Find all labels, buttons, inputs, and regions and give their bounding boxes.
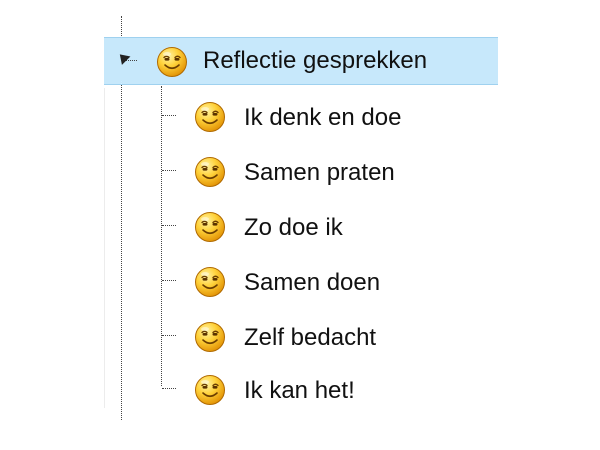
tree-connector xyxy=(162,335,176,336)
tree-gutter-line xyxy=(104,88,105,408)
smiley-face-icon xyxy=(194,156,226,188)
tree-view: Reflectie gesprekken Ik denk en doe Same… xyxy=(0,0,600,450)
smiley-face-icon xyxy=(194,374,226,406)
smiley-face-icon xyxy=(194,101,226,133)
smiley-face-icon xyxy=(156,46,188,78)
smiley-face-icon xyxy=(194,266,226,298)
tree-connector xyxy=(162,225,176,226)
tree-node-ik-denk-en-doe[interactable]: Ik denk en doe xyxy=(150,101,480,141)
tree-connector xyxy=(162,170,176,171)
smiley-face-icon xyxy=(194,321,226,353)
tree-node-label: Reflectie gesprekken xyxy=(203,47,428,74)
tree-connector xyxy=(162,115,176,116)
tree-node-label: Samen praten xyxy=(244,159,395,186)
tree-node-label: Zelf bedacht xyxy=(244,324,377,351)
tree-node-label: Zo doe ik xyxy=(244,214,343,241)
tree-node-ik-kan-het[interactable]: Ik kan het! xyxy=(150,374,480,414)
tree-node-label: Samen doen xyxy=(244,269,381,296)
tree-node-samen-praten[interactable]: Samen praten xyxy=(150,156,480,196)
smiley-face-icon xyxy=(194,211,226,243)
tree-node-zelf-bedacht[interactable]: Zelf bedacht xyxy=(150,321,480,361)
tree-node-samen-doen[interactable]: Samen doen xyxy=(150,266,480,306)
collapse-arrow-icon[interactable] xyxy=(115,50,131,65)
tree-node-zo-doe-ik[interactable]: Zo doe ik xyxy=(150,211,480,251)
tree-connector xyxy=(162,280,176,281)
tree-node-reflectie-gesprekken[interactable]: Reflectie gesprekken xyxy=(104,37,498,85)
tree-connector xyxy=(162,388,176,389)
tree-node-label: Ik denk en doe xyxy=(244,104,402,131)
tree-node-label: Ik kan het! xyxy=(244,377,355,404)
